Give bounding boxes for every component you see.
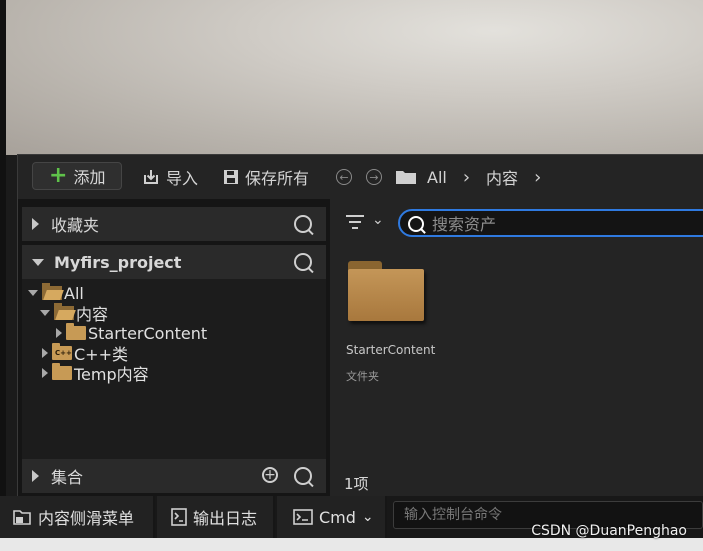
save-all-button[interactable]: 保存所有 bbox=[223, 165, 309, 189]
back-arrow-icon: ← bbox=[336, 169, 352, 185]
collapse-arrow-icon bbox=[40, 310, 50, 316]
breadcrumb-content[interactable]: 内容 bbox=[486, 165, 518, 189]
tree-item-temp-content[interactable]: Temp内容 bbox=[42, 363, 149, 384]
forward-arrow-icon: → bbox=[366, 169, 382, 185]
level-viewport[interactable] bbox=[6, 0, 703, 155]
breadcrumb: All › 内容 › bbox=[395, 165, 541, 189]
viewport-edge bbox=[0, 0, 6, 500]
sources-panel: 收藏夹 Myfirs_project All 内容 StarterContent bbox=[22, 205, 326, 493]
content-drawer-button[interactable]: 内容侧滑菜单 bbox=[0, 496, 155, 538]
collections-header[interactable]: 集合 + bbox=[22, 459, 326, 493]
chevron-right-icon[interactable]: › bbox=[534, 167, 541, 188]
output-log-button[interactable]: 输出日志 bbox=[157, 496, 275, 538]
tree-item-cpp-classes[interactable]: C++ C++类 bbox=[42, 343, 128, 364]
tree-label: StarterContent bbox=[88, 323, 208, 343]
add-collection-icon[interactable]: + bbox=[262, 467, 278, 483]
terminal-icon bbox=[293, 509, 313, 525]
tree-label: 内容 bbox=[76, 305, 109, 324]
open-folder-icon bbox=[54, 303, 74, 320]
tree-item-all[interactable]: All bbox=[28, 283, 84, 303]
folder-tree: All 内容 StarterContent C++ C++类 Temp内容 bbox=[22, 279, 326, 459]
save-icon bbox=[224, 170, 238, 184]
search-placeholder: 搜索资产 bbox=[432, 215, 497, 234]
filter-icon[interactable] bbox=[346, 215, 364, 233]
folder-thumbnail-icon[interactable] bbox=[348, 261, 426, 321]
asset-view: ⌄ 搜索资产 StarterContent 文件夹 1项 bbox=[330, 199, 703, 497]
tree-item-starter-content[interactable]: StarterContent bbox=[56, 323, 207, 343]
add-button[interactable]: + 添加 bbox=[32, 162, 122, 190]
project-header[interactable]: Myfirs_project bbox=[22, 245, 326, 279]
content-browser: + 添加 导入 保存所有 ← → All › 内容 › 收藏夹 Myfirs_p… bbox=[17, 154, 703, 497]
collapse-arrow-icon bbox=[32, 258, 44, 266]
asset-type: 文件夹 bbox=[346, 370, 379, 383]
chevron-right-icon[interactable]: › bbox=[463, 167, 470, 188]
import-button[interactable]: 导入 bbox=[142, 165, 198, 189]
plus-icon: + bbox=[49, 163, 68, 188]
asset-name[interactable]: StarterContent bbox=[346, 343, 435, 357]
chevron-down-icon: ⌄ bbox=[361, 509, 374, 525]
open-folder-icon bbox=[42, 283, 62, 300]
forward-button[interactable]: → bbox=[366, 165, 382, 189]
save-all-label: 保存所有 bbox=[245, 169, 310, 188]
output-log-icon bbox=[171, 508, 187, 526]
search-icon[interactable] bbox=[294, 467, 312, 485]
cmd-dropdown[interactable]: Cmd ⌄ bbox=[277, 496, 387, 538]
folder-icon bbox=[396, 171, 416, 184]
search-icon[interactable] bbox=[294, 215, 312, 233]
console-placeholder: 输入控制台命令 bbox=[404, 507, 502, 523]
import-icon bbox=[144, 170, 158, 184]
breadcrumb-all[interactable]: All bbox=[427, 168, 447, 187]
back-button[interactable]: ← bbox=[336, 165, 352, 189]
chevron-down-icon[interactable]: ⌄ bbox=[372, 212, 384, 228]
collections-label: 集合 bbox=[51, 468, 84, 487]
favorites-label: 收藏夹 bbox=[51, 216, 100, 235]
favorites-header[interactable]: 收藏夹 bbox=[22, 207, 326, 241]
search-icon[interactable] bbox=[294, 253, 312, 271]
tree-label: All bbox=[64, 283, 84, 303]
expand-arrow-icon bbox=[32, 470, 39, 482]
expand-arrow-icon bbox=[42, 368, 48, 378]
search-icon bbox=[408, 216, 424, 232]
item-count: 1项 bbox=[344, 475, 369, 493]
expand-arrow-icon bbox=[42, 348, 48, 358]
search-input[interactable]: 搜索资产 bbox=[398, 209, 703, 237]
import-label: 导入 bbox=[166, 169, 199, 188]
folder-icon bbox=[66, 323, 86, 340]
tree-label: Temp内容 bbox=[74, 365, 149, 384]
watermark: CSDN @DuanPenghao bbox=[531, 523, 687, 539]
collapse-arrow-icon bbox=[28, 290, 38, 296]
content-drawer-label: 内容侧滑菜单 bbox=[38, 509, 135, 528]
folder-icon bbox=[52, 363, 72, 380]
cmd-label: Cmd bbox=[319, 507, 356, 527]
tree-item-content[interactable]: 内容 bbox=[40, 303, 109, 324]
expand-arrow-icon bbox=[32, 218, 39, 230]
cpp-folder-icon: C++ bbox=[52, 343, 72, 360]
expand-arrow-icon bbox=[56, 328, 62, 338]
content-drawer-icon bbox=[13, 510, 31, 525]
window-bottom-strip bbox=[0, 538, 703, 551]
output-log-label: 输出日志 bbox=[193, 509, 258, 528]
add-button-label: 添加 bbox=[73, 168, 106, 187]
project-label: Myfirs_project bbox=[54, 252, 182, 272]
content-toolbar: + 添加 导入 保存所有 ← → All › 内容 › bbox=[18, 155, 703, 199]
